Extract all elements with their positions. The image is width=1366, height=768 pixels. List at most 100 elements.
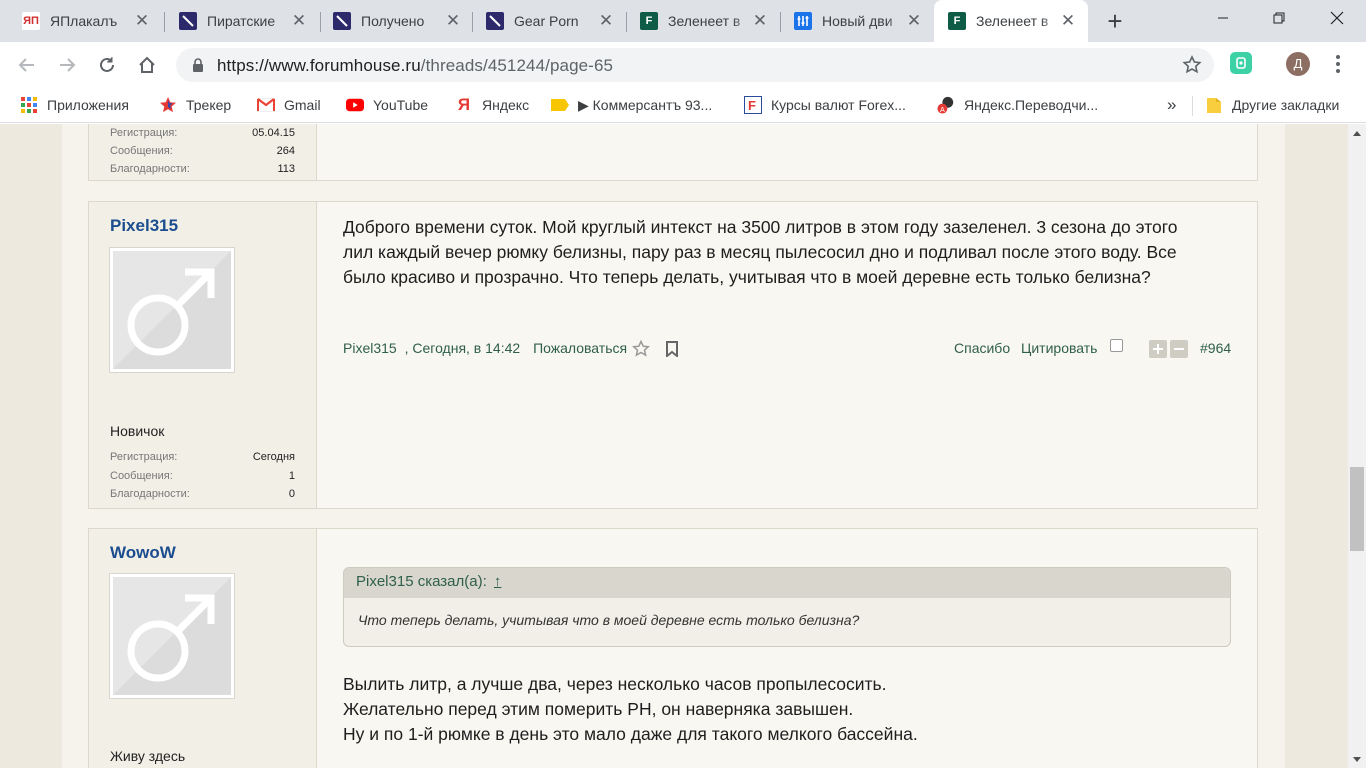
tab-novyi[interactable]: Новый дви ✕	[780, 0, 934, 42]
minimize-icon[interactable]	[1200, 0, 1246, 36]
report-link[interactable]: Пожаловаться	[533, 340, 627, 356]
meta-timestamp[interactable]: , Сегодня, в 14:42	[405, 340, 521, 356]
bookmark-label: ▶ Коммерсантъ 93...	[578, 96, 713, 113]
tab-yaplakal[interactable]: ЯП ЯПлакалъ ✕	[8, 0, 162, 42]
slash-icon	[179, 12, 197, 30]
bookmark-other-folder[interactable]: Другие закладки	[1205, 95, 1339, 115]
slash-icon	[333, 12, 351, 30]
url-text[interactable]: https://www.forumhouse.ru/threads/451244…	[217, 56, 613, 76]
bookmark-kommersant[interactable]: ▶ Коммерсантъ 93...	[551, 95, 712, 115]
scroll-up-icon[interactable]	[1348, 124, 1366, 141]
bookmark-label: Gmail	[284, 97, 321, 113]
bookmark-label: YouTube	[373, 97, 429, 113]
bookmark-gmail[interactable]: Gmail	[257, 95, 321, 115]
folder-icon	[1205, 96, 1223, 114]
previous-post: Регистрация: 05.04.15 Сообщения: 264 Благо…	[88, 124, 1258, 181]
post-sidebar: WowoW Живу здесь	[89, 529, 317, 768]
post-message: Доброго времени суток. Мой круглый интек…	[343, 215, 1177, 290]
extension-icon[interactable]	[1230, 52, 1252, 74]
gmail-icon	[257, 96, 275, 114]
bookmark-label: Яндекс.Переводчи...	[964, 97, 1099, 113]
user-avatar[interactable]	[109, 247, 235, 373]
male-symbol-icon	[113, 251, 231, 369]
meta-author-link[interactable]: Pixel315	[343, 340, 397, 356]
browser-menu-icon[interactable]	[1330, 52, 1346, 76]
bookmark-youtube[interactable]: YouTube	[346, 95, 428, 115]
profile-avatar[interactable]: Д	[1286, 52, 1310, 76]
back-icon[interactable]	[13, 51, 41, 79]
collapse-minus-icon[interactable]	[1170, 340, 1188, 358]
tab-piratskie[interactable]: Пиратские ✕	[165, 0, 319, 42]
post-username[interactable]: WowoW	[110, 543, 176, 563]
bookmark-star-icon[interactable]	[1182, 55, 1202, 80]
reload-icon[interactable]	[93, 51, 121, 79]
tab-title: Gear Porn	[514, 13, 579, 29]
post-message: Вылить литр, а лучше два, через нескольк…	[343, 672, 918, 747]
tab-zeleneet-active[interactable]: F Зеленеет в ✕	[934, 0, 1088, 42]
bookmark-yandex[interactable]: Я Яндекс	[455, 95, 529, 115]
close-icon[interactable]: ✕	[598, 12, 614, 29]
close-icon[interactable]: ✕	[906, 12, 922, 29]
bookmark-label: Другие закладки	[1232, 97, 1340, 113]
translate-icon: A	[937, 96, 955, 114]
thanks-link[interactable]: Спасибо	[954, 340, 1010, 356]
page-viewport: Регистрация: 05.04.15 Сообщения: 264 Благо…	[0, 124, 1348, 768]
message-line: Доброго времени суток. Мой круглый интек…	[343, 217, 1178, 237]
post-number-link[interactable]: #964	[1200, 340, 1231, 356]
user-avatar[interactable]	[109, 573, 235, 699]
slash-icon	[486, 12, 504, 30]
forumhouse-icon: F	[640, 12, 658, 30]
multiquote-checkbox[interactable]	[1110, 339, 1123, 352]
tab-title: Пиратские	[207, 13, 276, 29]
tab-zeleneet-1[interactable]: F Зеленеет в ✕	[626, 0, 780, 42]
bookmark-icon[interactable]	[665, 341, 679, 362]
page-scrollbar[interactable]	[1348, 124, 1366, 768]
close-icon[interactable]: ✕	[134, 12, 150, 29]
yaplakal-icon: ЯП	[22, 12, 40, 30]
address-bar[interactable]: https://www.forumhouse.ru/threads/451244…	[176, 48, 1214, 82]
user-rank: Живу здесь	[110, 748, 186, 764]
close-icon[interactable]: ✕	[445, 12, 461, 29]
tab-polucheno[interactable]: Получено ✕	[319, 0, 473, 42]
lock-icon[interactable]	[192, 58, 204, 77]
bookmark-translate[interactable]: A Яндекс.Переводчи...	[937, 95, 1098, 115]
youtube-icon	[346, 96, 364, 114]
bookmarks-divider	[1192, 96, 1193, 116]
bookmark-apps[interactable]: Приложения	[20, 95, 129, 115]
bookmark-label: Курсы валют Forex...	[771, 97, 906, 113]
quote-author: Pixel315 сказал(а):	[356, 573, 487, 590]
svg-text:F: F	[748, 98, 756, 113]
bookmark-label: Яндекс	[482, 97, 530, 113]
like-star-icon[interactable]	[631, 339, 651, 363]
expand-plus-icon[interactable]	[1149, 340, 1167, 358]
bookmark-tracker[interactable]: Трекер	[159, 95, 231, 115]
close-icon[interactable]: ✕	[1060, 12, 1076, 29]
bookmarks-overflow-button[interactable]: »	[1167, 95, 1176, 115]
quote-link[interactable]: Цитировать	[1021, 340, 1097, 356]
close-icon[interactable]: ✕	[291, 12, 307, 29]
post-username[interactable]: Pixel315	[110, 216, 178, 236]
forward-icon[interactable]	[53, 51, 81, 79]
user-rank: Новичок	[110, 423, 165, 439]
tracker-star-icon	[159, 96, 177, 114]
bookmarks-bar: Приложения Трекер Gmail YouTube Я Яндекс…	[0, 88, 1366, 123]
tab-title: ЯПлакалъ	[50, 13, 118, 29]
restore-icon[interactable]	[1256, 0, 1302, 36]
quote-jump-link[interactable]: ↑	[494, 573, 502, 590]
new-tab-button[interactable]: +	[1101, 8, 1129, 36]
scrollbar-thumb[interactable]	[1350, 467, 1364, 551]
close-icon[interactable]: ✕	[752, 12, 768, 29]
yandex-icon: Я	[457, 95, 471, 114]
kommersant-icon	[551, 96, 569, 114]
tab-title: Получено	[361, 13, 425, 29]
bookmark-forex[interactable]: F Курсы валют Forex...	[744, 95, 906, 115]
scroll-down-icon[interactable]	[1348, 751, 1366, 768]
post-meta: Pixel315 , Сегодня, в 14:42 Пожаловаться	[343, 340, 627, 356]
tab-strip: ЯП ЯПлакалъ ✕ Пиратские ✕ Получено ✕ Gea…	[0, 0, 1366, 42]
message-line: лил каждый вечер рюмку белизны, пару раз…	[343, 242, 1177, 262]
svg-text:A: A	[940, 105, 945, 114]
home-icon[interactable]	[133, 51, 161, 79]
forumhouse-icon: F	[948, 12, 966, 30]
close-window-icon[interactable]	[1314, 0, 1360, 36]
tab-gear-porn[interactable]: Gear Porn ✕	[472, 0, 626, 42]
